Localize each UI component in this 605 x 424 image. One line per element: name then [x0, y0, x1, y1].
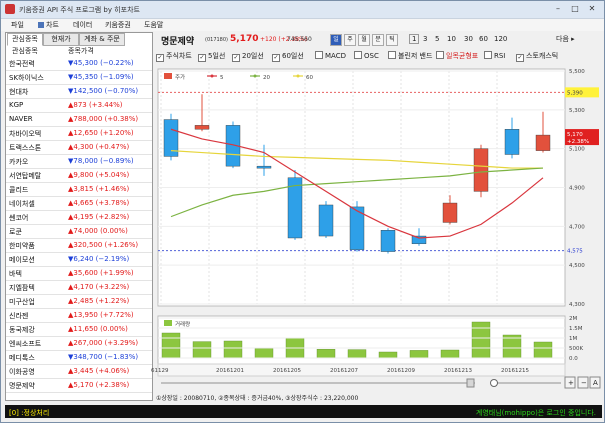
candle-body — [194, 125, 210, 130]
y-axis-label: 5,300 — [569, 108, 585, 114]
volume-bar — [440, 349, 460, 359]
candle-body — [442, 202, 458, 223]
chart-canvas: 5,500 5,300 5,100 4,900 4,700 4,500 4,300 5,390… — [151, 68, 601, 389]
volume-axis-label: 1.5M — [569, 326, 583, 332]
volume-bar — [254, 348, 274, 359]
legend-volume: 거래량 — [175, 320, 190, 328]
legend-price-swatch — [164, 73, 172, 79]
high-price-label: 5,390 — [567, 90, 583, 96]
status-bar: [0] :정상처리 계영태님(mohippo)은 로그인 중입니다. — [5, 405, 602, 418]
candle-body — [380, 230, 396, 252]
volume-bar — [533, 341, 553, 359]
x-axis-label: 20161201 — [216, 368, 244, 374]
x-axis-label: 20161207 — [330, 368, 358, 374]
current-price-label: 5,170 — [567, 132, 583, 138]
volume-axis-label: 500K — [569, 346, 583, 352]
stock-status-line: ①상장일 : 20080710, ②종목상태 : 증거금40%, ③상장주식수 … — [156, 395, 359, 402]
status-message: [0] :정상처리 — [9, 409, 50, 417]
low-price-label: 4,575 — [567, 249, 583, 255]
y-axis-label: 4,900 — [569, 186, 585, 192]
volume-axis-label: 1M — [569, 336, 577, 342]
volume-bar — [192, 341, 212, 359]
volume-bar — [471, 321, 491, 359]
time-scroll-thumb[interactable] — [466, 378, 475, 388]
volume-bar — [316, 349, 336, 359]
x-axis-label: 20161215 — [501, 368, 529, 374]
volume-axis-label: 0.0 — [569, 356, 578, 362]
legend-ma60: 60 — [306, 75, 313, 81]
legend-price: 주가 — [175, 73, 185, 81]
y-axis-label: 5,500 — [569, 69, 585, 75]
x-axis-label: 20161213 — [444, 368, 472, 374]
volume-bar — [378, 351, 398, 359]
volume-axis-label: 2M — [569, 316, 577, 322]
zoom-slider-handle[interactable] — [490, 379, 498, 387]
volume-bar — [161, 332, 181, 359]
y-axis-label: 4,700 — [569, 224, 585, 230]
app-window: 키움증권 API 주식 프로그램 by 히포차트 – □ ✕ 파일 차트 데이터… — [0, 0, 605, 423]
candle-body — [256, 165, 272, 169]
y-axis-label: 5,100 — [569, 147, 585, 153]
candle-body — [473, 148, 489, 192]
y-axis-label: 4,500 — [569, 263, 585, 269]
zoom-button-label: + — [568, 379, 574, 387]
volume-bar — [347, 349, 367, 359]
x-axis-label: 61129 — [151, 368, 169, 374]
x-axis-label: 20161209 — [387, 368, 415, 374]
x-axis-label: 20161205 — [273, 368, 301, 374]
candle-body — [535, 134, 551, 151]
candle-body — [504, 129, 520, 155]
legend-ma20: 20 — [263, 75, 270, 81]
y-axis-label: 4,300 — [569, 302, 585, 308]
volume-bar — [409, 350, 429, 359]
login-status: 계영태님(mohippo)은 로그인 중입니다. — [475, 409, 596, 417]
current-change-label: +2.38% — [567, 139, 589, 145]
zoom-button-label: A — [593, 379, 598, 387]
candle-body — [318, 204, 334, 237]
legend-ma60-dot — [296, 74, 300, 78]
zoom-button-label: − — [581, 379, 587, 387]
legend-volume-swatch — [164, 320, 172, 326]
volume-bar — [223, 340, 243, 359]
legend-ma20-dot — [253, 74, 257, 78]
legend-ma5: 5 — [220, 75, 224, 81]
legend-ma5-dot — [210, 74, 214, 78]
